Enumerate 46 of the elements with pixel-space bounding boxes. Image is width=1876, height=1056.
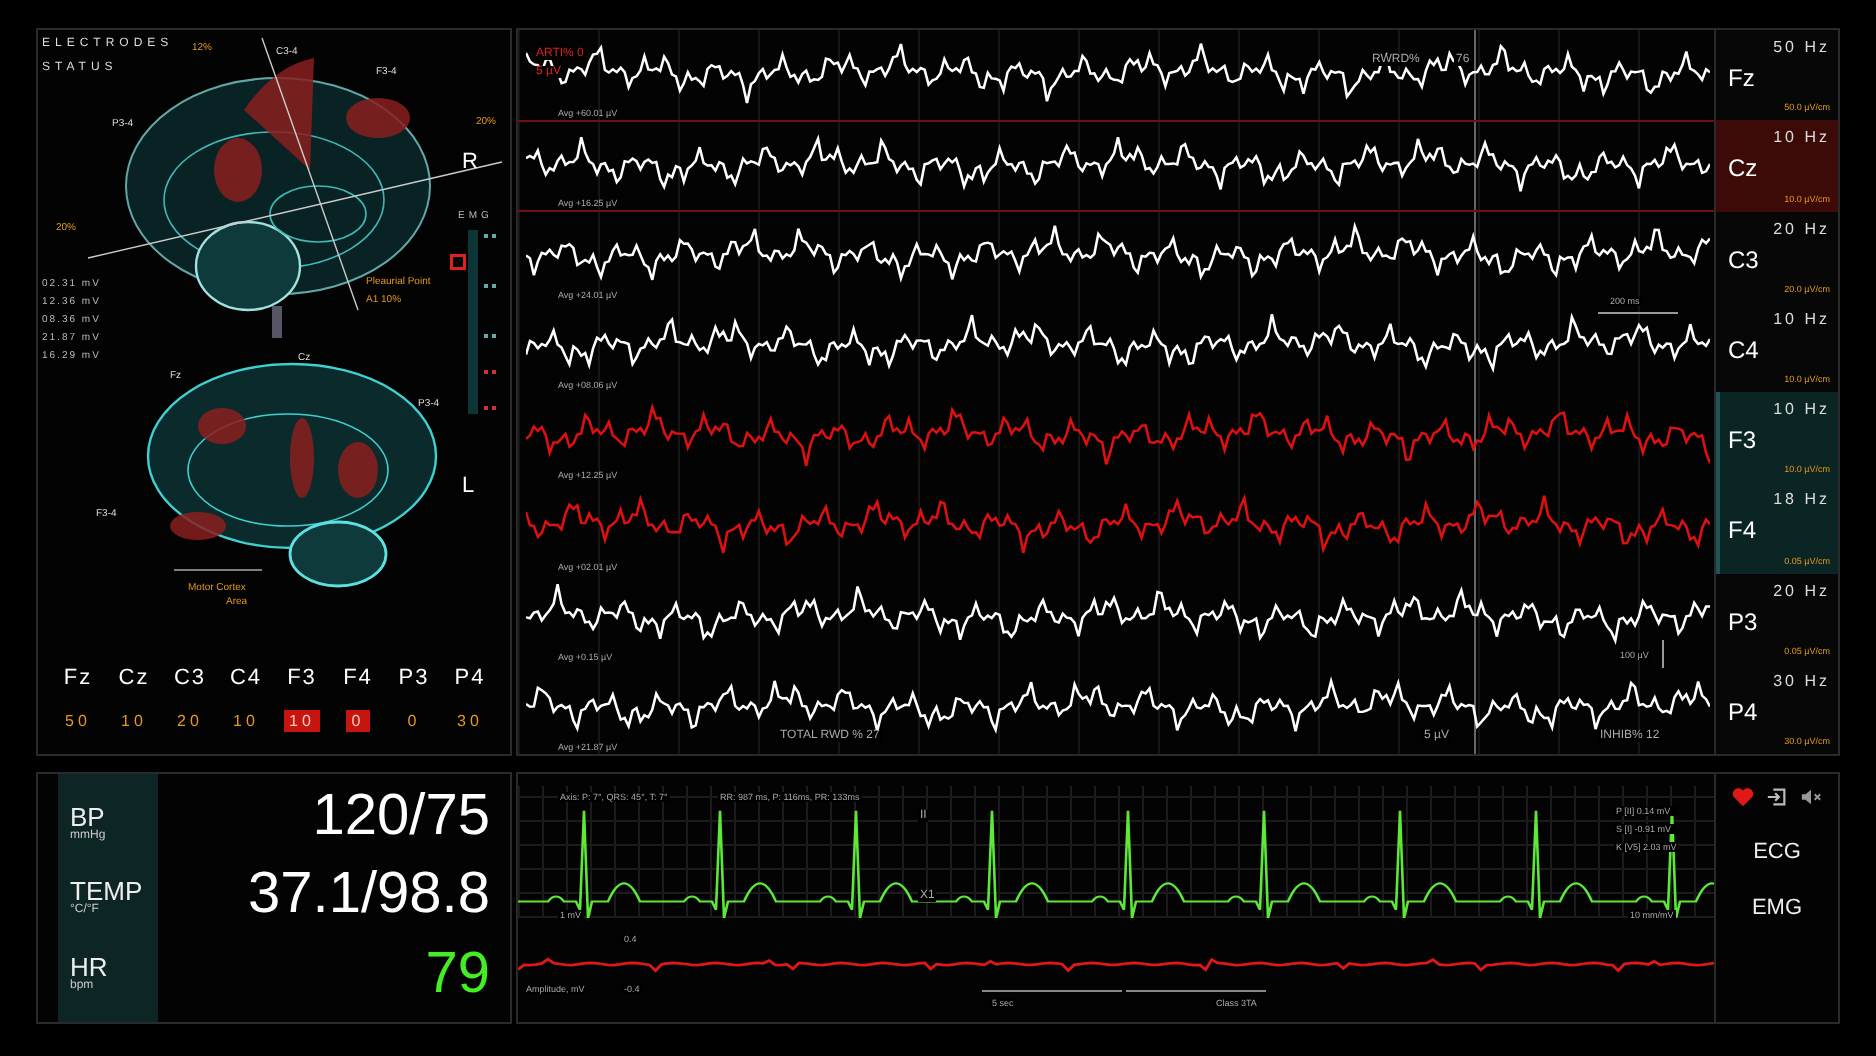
frequency-label: 30 Hz xyxy=(1773,671,1830,690)
electrode-value: 30 xyxy=(455,710,485,732)
side-label: L xyxy=(462,474,475,498)
vital-label: TEMP xyxy=(70,878,145,905)
heart-icon[interactable] xyxy=(1732,786,1754,808)
vital-value: 37.1/98.8 xyxy=(248,866,490,925)
electrode-name: Cz xyxy=(118,666,150,690)
frequency-label: 10 Hz xyxy=(1773,309,1830,328)
electrode-name: Fz xyxy=(63,666,93,690)
frequency-label: 50 Hz xyxy=(1773,38,1830,56)
alert-square-icon xyxy=(450,254,466,270)
electrode-name: P3 xyxy=(398,666,430,690)
channel-name: P3 xyxy=(1728,607,1758,635)
login-icon[interactable] xyxy=(1766,786,1788,808)
frequency-label: 18 Hz xyxy=(1773,490,1830,509)
frequency-label: 10 Hz xyxy=(1773,400,1830,418)
frequency-label: 20 Hz xyxy=(1773,219,1830,237)
electrode-value: 10 xyxy=(119,710,149,732)
electrode-name: C4 xyxy=(229,666,263,690)
electrode-value: 50 xyxy=(63,710,93,732)
trace-label: ECG xyxy=(1753,840,1801,864)
electrode-value: 0 xyxy=(345,710,371,732)
channel-name: F4 xyxy=(1728,516,1757,545)
electrode-name: P4 xyxy=(454,666,486,690)
electrode-value: 10 xyxy=(231,710,261,732)
frequency-label: 10 Hz xyxy=(1773,128,1830,147)
electrode-name: F4 xyxy=(343,666,373,690)
electrode-name: C3 xyxy=(173,666,207,690)
vital-label: HR xyxy=(70,953,110,980)
trace-label: EMG xyxy=(1751,896,1803,920)
vital-value: 120/75 xyxy=(312,788,490,847)
channel-name: Cz xyxy=(1728,154,1758,183)
vital-value: 79 xyxy=(425,945,490,1004)
electrode-value: 0 xyxy=(405,710,423,732)
channel-name: C4 xyxy=(1728,335,1759,364)
frequency-label: 20 Hz xyxy=(1773,581,1830,599)
channel-name: C3 xyxy=(1728,245,1759,273)
channel-name: P4 xyxy=(1728,697,1758,726)
vital-label: BP xyxy=(70,804,107,831)
channel-name: F3 xyxy=(1728,426,1757,454)
electrode-name: F3 xyxy=(287,666,317,690)
electrode-value: 10 xyxy=(283,710,321,732)
electrode-value: 20 xyxy=(175,710,205,732)
mute-icon[interactable] xyxy=(1800,786,1822,808)
channel-name: Fz xyxy=(1728,64,1755,92)
side-label: R xyxy=(462,150,478,174)
